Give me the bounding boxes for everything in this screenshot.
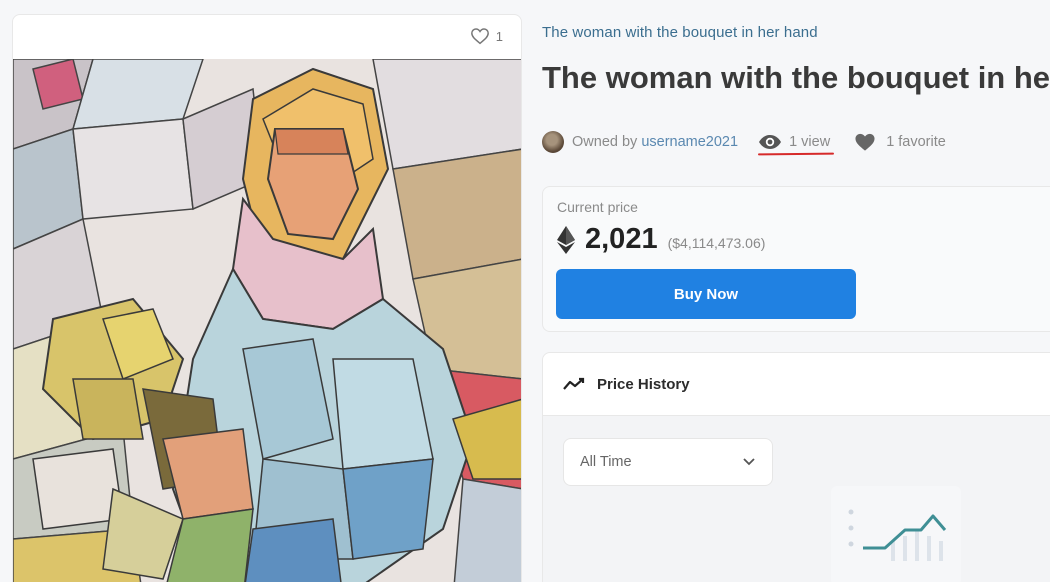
view-count-label: 1 view: [789, 134, 831, 150]
owner-link[interactable]: username2021: [641, 134, 738, 150]
buy-now-button[interactable]: Buy Now: [556, 269, 856, 319]
view-count: 1 view: [758, 134, 835, 156]
chevron-down-icon: [743, 458, 755, 466]
item-meta-row: Owned by username2021 1 view 1 favorite: [542, 130, 946, 156]
period-select[interactable]: All Time: [563, 438, 773, 486]
collection-link[interactable]: The woman with the bouquet in her hand: [542, 24, 818, 41]
price-history-header[interactable]: Price History: [542, 352, 1050, 416]
price-row: 2,021 ($4,114,473.06): [557, 223, 765, 256]
artwork-image[interactable]: [13, 59, 522, 582]
ethereum-icon: [557, 225, 575, 254]
favorite-button[interactable]: 1: [470, 27, 503, 45]
price-eth: 2,021: [585, 223, 658, 255]
favorite-count: 1: [495, 28, 503, 44]
owner-avatar[interactable]: [542, 131, 564, 153]
empty-chart-illustration: [831, 486, 961, 582]
heart-outline-icon: [470, 28, 489, 45]
price-history-title: Price History: [597, 375, 690, 393]
item-title: The woman with the bouquet in her h: [542, 60, 1050, 95]
artwork-card-header: 1: [13, 15, 521, 59]
price-history-body: All Time: [542, 416, 1050, 582]
price-usd: ($4,114,473.06): [667, 234, 766, 251]
red-underline-annotation: [758, 152, 835, 156]
price-panel: Current price 2,021 ($4,114,473.06) Buy …: [542, 186, 1050, 332]
eye-icon: [759, 135, 782, 149]
favorite-count-label: 1 favorite: [886, 134, 946, 150]
period-select-value: All Time: [580, 454, 632, 470]
trend-line-icon: [563, 377, 585, 390]
current-price-label: Current price: [557, 199, 638, 215]
heart-icon: [855, 133, 875, 151]
favorite-count-info: 1 favorite: [854, 132, 946, 152]
artwork-card: 1: [12, 14, 522, 582]
owned-by-label: Owned by: [572, 134, 638, 150]
